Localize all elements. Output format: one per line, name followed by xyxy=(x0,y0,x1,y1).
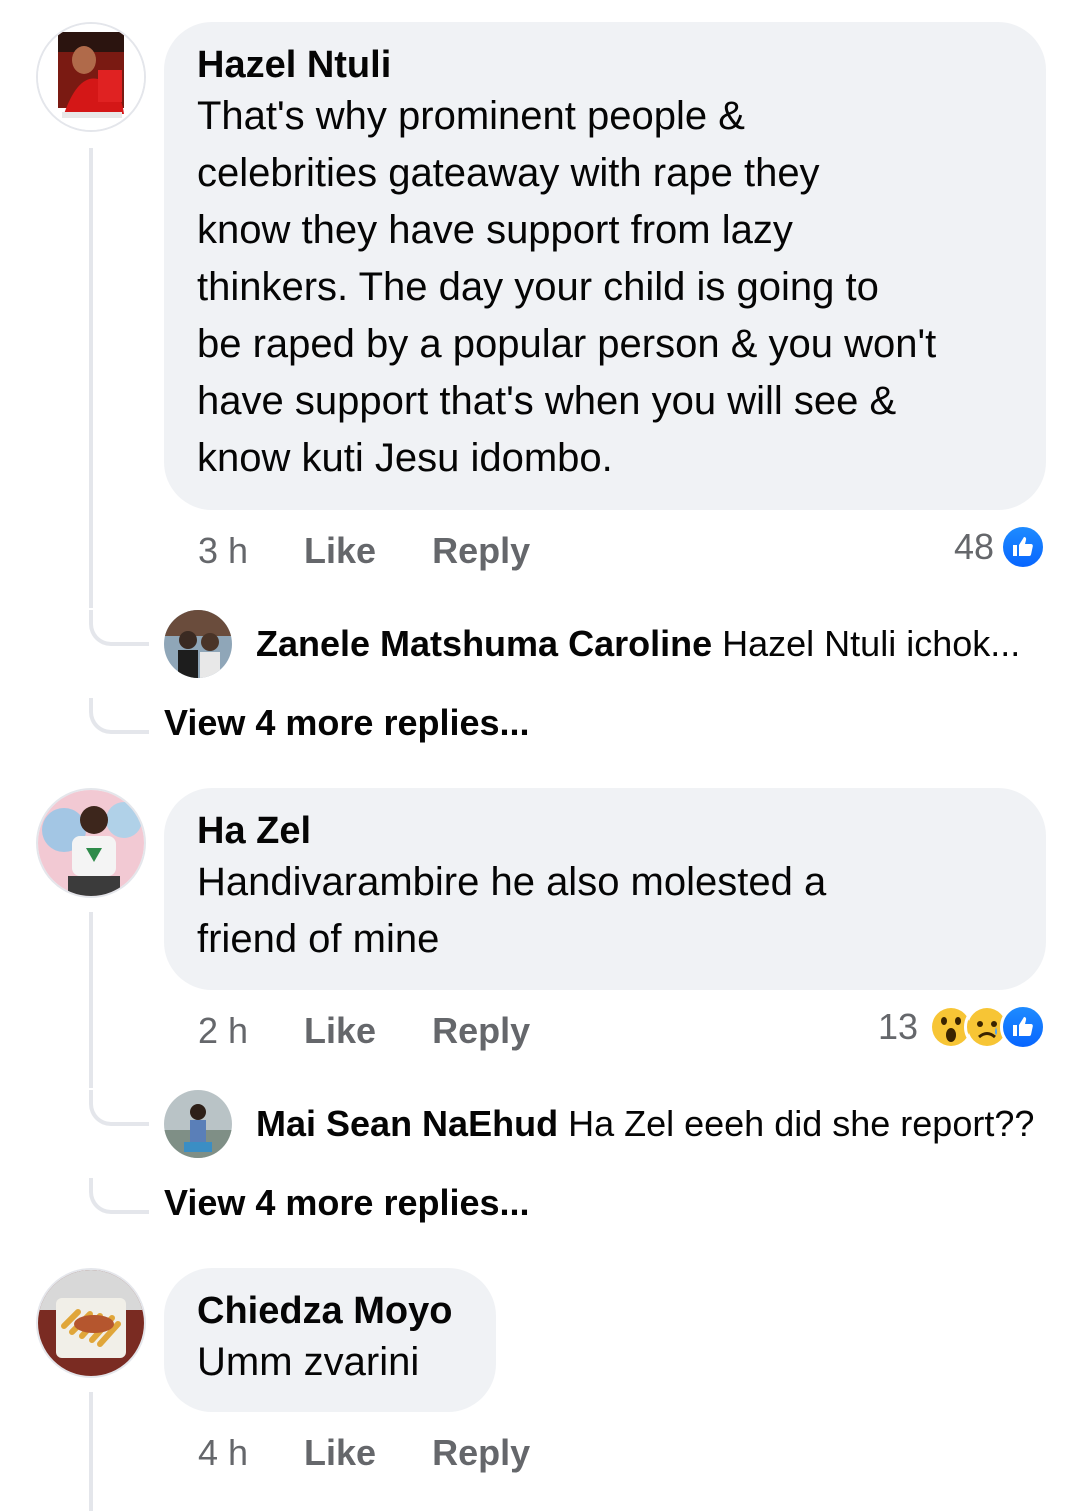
view-more-replies-link[interactable]: View 4 more replies... xyxy=(164,702,530,744)
like-button[interactable]: Like xyxy=(304,530,376,572)
comment-text-line: have support that's when you will see & xyxy=(197,379,897,423)
reply-author[interactable]: Mai Sean NaEhud xyxy=(256,1103,558,1144)
comment-actions: 3 h Like Reply xyxy=(198,528,530,574)
reply-connector xyxy=(89,698,149,734)
comment-text-line: celebrities gateaway with rape they xyxy=(197,151,820,195)
comment-bubble[interactable]: Chiedza Moyo Umm zvarini xyxy=(164,1268,496,1412)
comment-text-line: be raped by a popular person & you won't xyxy=(197,322,937,366)
reply-text: Ha Zel eeeh did she report?? xyxy=(568,1103,1035,1144)
like-icon xyxy=(1000,1004,1046,1050)
comment-text-line: know they have support from lazy xyxy=(197,208,793,252)
reaction-summary[interactable]: 48 xyxy=(954,524,1046,570)
comment-author[interactable]: Ha Zel xyxy=(197,808,1012,854)
reply-preview[interactable]: Zanele Matshuma Caroline Hazel Ntuli ich… xyxy=(164,610,1020,678)
reaction-count: 48 xyxy=(953,526,994,567)
thread-line xyxy=(89,148,93,608)
reply-text: Hazel Ntuli ichok... xyxy=(722,623,1021,664)
avatar[interactable] xyxy=(36,22,146,132)
comment-text-line: Handivarambire he also molested a xyxy=(197,860,827,904)
comment-bubble[interactable]: Hazel Ntuli That's why prominent people … xyxy=(164,22,1046,510)
thread-line xyxy=(89,1392,93,1511)
comment-time[interactable]: 4 h xyxy=(198,1432,248,1474)
comment-bubble[interactable]: Ha Zel Handivarambire he also molested a… xyxy=(164,788,1046,990)
comment-text-line: friend of mine xyxy=(197,917,440,961)
reaction-icons xyxy=(1000,524,1046,570)
reply-button[interactable]: Reply xyxy=(432,1432,530,1474)
comment-actions: 4 h Like Reply xyxy=(198,1430,530,1476)
like-button[interactable]: Like xyxy=(304,1010,376,1052)
reply-preview[interactable]: Mai Sean NaEhud Ha Zel eeeh did she repo… xyxy=(164,1090,1034,1158)
reply-author[interactable]: Zanele Matshuma Caroline xyxy=(256,623,712,664)
comment-time[interactable]: 3 h xyxy=(198,530,248,572)
avatar[interactable] xyxy=(164,610,232,678)
comment-actions: 2 h Like Reply xyxy=(198,1008,530,1054)
reply-connector xyxy=(89,1090,149,1126)
comment-text-line: know kuti Jesu idombo. xyxy=(197,436,613,480)
view-more-replies-link[interactable]: View 4 more replies... xyxy=(164,1182,530,1224)
like-button[interactable]: Like xyxy=(304,1432,376,1474)
avatar[interactable] xyxy=(36,788,146,898)
avatar[interactable] xyxy=(36,1268,146,1378)
reply-button[interactable]: Reply xyxy=(432,1010,530,1052)
comment-time[interactable]: 2 h xyxy=(198,1010,248,1052)
thread-line xyxy=(89,912,93,1088)
reply-connector xyxy=(89,1178,149,1214)
reaction-summary[interactable]: 13 xyxy=(878,1004,1046,1050)
reply-button[interactable]: Reply xyxy=(432,530,530,572)
comment-author[interactable]: Chiedza Moyo xyxy=(197,1288,462,1334)
reaction-icons xyxy=(928,1004,1046,1050)
comment-text-line: thinkers. The day your child is going to xyxy=(197,265,879,309)
reaction-count: 13 xyxy=(877,1006,918,1047)
like-icon xyxy=(1000,524,1046,570)
comment-text-line: Umm zvarini xyxy=(197,1340,420,1384)
reply-connector xyxy=(89,610,149,646)
avatar[interactable] xyxy=(164,1090,232,1158)
comment-author[interactable]: Hazel Ntuli xyxy=(197,42,1012,88)
comment-text-line: That's why prominent people & xyxy=(197,94,745,138)
